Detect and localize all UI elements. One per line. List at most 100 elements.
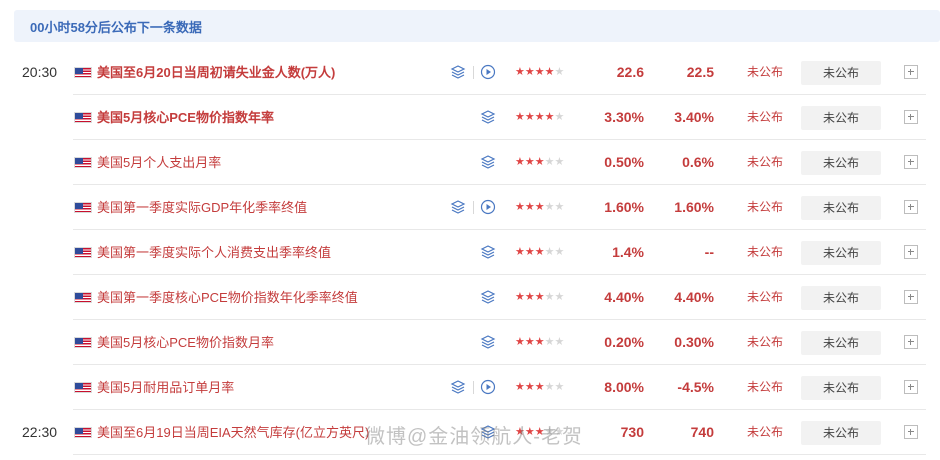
- status-button[interactable]: 未公布: [801, 286, 881, 310]
- status-button[interactable]: 未公布: [801, 331, 881, 355]
- expand-plus-icon[interactable]: [904, 335, 918, 349]
- actual-value: 未公布: [747, 290, 784, 304]
- forecast-value: 740: [690, 424, 714, 440]
- indicator-name-link[interactable]: 美国5月核心PCE物价指数年率: [97, 95, 274, 140]
- status-button[interactable]: 未公布: [801, 151, 881, 175]
- forecast-value: 3.40%: [674, 109, 714, 125]
- forecast-value: 4.40%: [674, 289, 714, 305]
- expand-plus-icon[interactable]: [904, 110, 918, 124]
- layers-icon[interactable]: [480, 154, 496, 170]
- expand-plus-icon[interactable]: [904, 245, 918, 259]
- layers-icon[interactable]: [450, 379, 466, 395]
- star-filled-icon: ★: [524, 201, 535, 213]
- actual-value: 未公布: [747, 155, 784, 169]
- icon-divider: [473, 66, 474, 79]
- release-time: 20:30: [22, 64, 58, 80]
- indicator-name-link[interactable]: 美国第一季度核心PCE物价指数年化季率终值: [97, 275, 358, 320]
- indicator-name-link[interactable]: 美国5月个人支出月率: [97, 140, 221, 185]
- star-filled-icon: ★: [524, 156, 535, 168]
- layers-icon[interactable]: [480, 334, 496, 350]
- layers-icon[interactable]: [480, 109, 496, 125]
- indicator-name-link[interactable]: 美国至6月19日当周EIA天然气库存(亿立方英尺): [97, 410, 369, 455]
- us-flag-icon: [74, 202, 92, 213]
- forecast-value: 22.5: [686, 64, 714, 80]
- star-filled-icon: ★: [534, 381, 545, 393]
- indicator-name-link[interactable]: 美国至6月20日当周初请失业金人数(万人): [97, 50, 335, 95]
- star-empty-icon: ★: [544, 336, 555, 348]
- actual-value: 未公布: [747, 335, 784, 349]
- importance-stars: ★★★★★: [515, 365, 564, 410]
- importance-stars: ★★★★★: [515, 320, 564, 365]
- importance-stars: ★★★★★: [515, 185, 564, 230]
- indicator-name-link[interactable]: 美国5月核心PCE物价指数月率: [97, 320, 274, 365]
- status-button[interactable]: 未公布: [801, 376, 881, 400]
- layers-icon[interactable]: [480, 289, 496, 305]
- calendar-row: 美国第一季度实际个人消费支出季率终值 ★★★★★ 1.4% -- 未公布 未公布: [0, 230, 940, 275]
- importance-stars: ★★★★★: [515, 275, 564, 320]
- calendar-row: 美国5月核心PCE物价指数年率 ★★★★★ 3.30% 3.40% 未公布 未公布: [0, 95, 940, 140]
- calendar-row: 美国5月耐用品订单月率 ★★★★★ 8.00% -4.5% 未公布 未公布: [0, 365, 940, 410]
- star-filled-icon: ★: [524, 291, 535, 303]
- star-empty-icon: ★: [544, 156, 555, 168]
- expand-plus-icon[interactable]: [904, 380, 918, 394]
- star-filled-icon: ★: [515, 111, 525, 123]
- star-filled-icon: ★: [534, 336, 545, 348]
- row-divider: [73, 454, 926, 455]
- expand-plus-icon[interactable]: [904, 200, 918, 214]
- calendar-row: 20:30 美国至6月20日当周初请失业金人数(万人) ★★★★★ 22.6 22.5 未…: [0, 50, 940, 95]
- expand-plus-icon[interactable]: [904, 290, 918, 304]
- watermark-text: 微博@金油领航人-老贺: [365, 426, 583, 448]
- us-flag-icon: [74, 157, 92, 168]
- importance-stars: ★★★★★: [515, 50, 564, 95]
- actual-value: 未公布: [747, 110, 784, 124]
- importance-stars: ★★★★★: [515, 140, 564, 185]
- star-filled-icon: ★: [534, 246, 545, 258]
- actual-value: 未公布: [747, 425, 784, 439]
- forecast-value: -4.5%: [677, 379, 714, 395]
- us-flag-icon: [74, 247, 92, 258]
- status-button[interactable]: 未公布: [801, 106, 881, 130]
- play-video-icon[interactable]: [480, 64, 496, 80]
- forecast-value: 0.30%: [674, 334, 714, 350]
- star-filled-icon: ★: [534, 201, 545, 213]
- star-filled-icon: ★: [515, 291, 525, 303]
- star-empty-icon: ★: [544, 291, 555, 303]
- forecast-value: 0.6%: [682, 154, 714, 170]
- star-filled-icon: ★: [515, 156, 525, 168]
- importance-stars: ★★★★★: [515, 95, 564, 140]
- us-flag-icon: [74, 67, 92, 78]
- status-button[interactable]: 未公布: [801, 241, 881, 265]
- star-filled-icon: ★: [534, 291, 545, 303]
- actual-value: 未公布: [747, 200, 784, 214]
- layers-icon[interactable]: [450, 64, 466, 80]
- expand-plus-icon[interactable]: [904, 155, 918, 169]
- forecast-value: 1.60%: [674, 199, 714, 215]
- actual-value: 未公布: [747, 380, 784, 394]
- indicator-name-link[interactable]: 美国第一季度实际个人消费支出季率终值: [97, 230, 331, 275]
- expand-plus-icon[interactable]: [904, 65, 918, 79]
- countdown-banner: 00小时58分后公布下一条数据: [14, 10, 940, 42]
- icon-divider: [473, 381, 474, 394]
- actual-value: 未公布: [747, 245, 784, 259]
- star-filled-icon: ★: [515, 246, 525, 258]
- indicator-name-link[interactable]: 美国5月耐用品订单月率: [97, 365, 234, 410]
- status-button[interactable]: 未公布: [801, 61, 881, 85]
- layers-icon[interactable]: [450, 199, 466, 215]
- star-filled-icon: ★: [534, 111, 545, 123]
- status-button[interactable]: 未公布: [801, 421, 881, 445]
- countdown-text: 00小时58分后公布下一条数据: [30, 19, 202, 35]
- forecast-value: --: [704, 244, 714, 260]
- layers-icon[interactable]: [480, 244, 496, 260]
- star-filled-icon: ★: [534, 66, 545, 78]
- calendar-row: 美国5月核心PCE物价指数月率 ★★★★★ 0.20% 0.30% 未公布 未公布: [0, 320, 940, 365]
- us-flag-icon: [74, 292, 92, 303]
- status-button[interactable]: 未公布: [801, 196, 881, 220]
- indicator-name-link[interactable]: 美国第一季度实际GDP年化季率终值: [97, 185, 307, 230]
- calendar-list: 20:30 美国至6月20日当周初请失业金人数(万人) ★★★★★ 22.6 22.5 未…: [0, 50, 940, 455]
- star-filled-icon: ★: [515, 381, 525, 393]
- play-video-icon[interactable]: [480, 199, 496, 215]
- expand-plus-icon[interactable]: [904, 425, 918, 439]
- release-time: 22:30: [22, 424, 58, 440]
- star-filled-icon: ★: [544, 111, 555, 123]
- play-video-icon[interactable]: [480, 379, 496, 395]
